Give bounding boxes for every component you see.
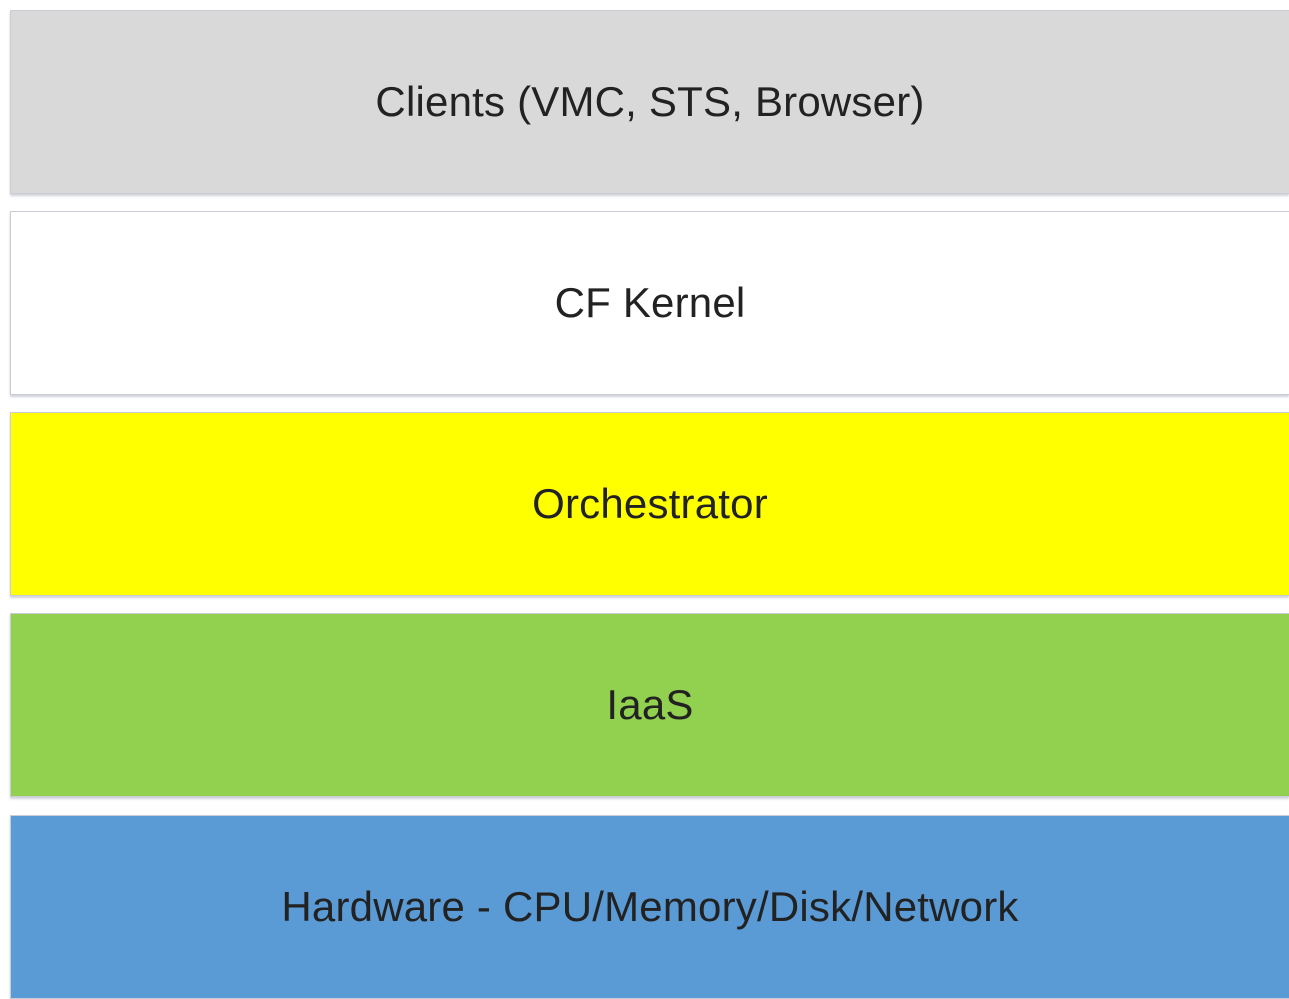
layer-iaas: IaaS <box>10 613 1289 797</box>
layer-hardware: Hardware - CPU/Memory/Disk/Network <box>10 815 1289 999</box>
layer-iaas-label: IaaS <box>606 681 694 728</box>
layer-hardware-label: Hardware - CPU/Memory/Disk/Network <box>281 883 1019 930</box>
layer-cf-kernel: CF Kernel <box>10 211 1289 395</box>
layer-stack-diagram: Clients (VMC, STS, Browser) CF Kernel Or… <box>0 0 1289 999</box>
layer-orchestrator: Orchestrator <box>10 412 1289 596</box>
layer-clients-label: Clients (VMC, STS, Browser) <box>375 78 925 125</box>
layer-clients: Clients (VMC, STS, Browser) <box>10 10 1289 194</box>
layer-orchestrator-label: Orchestrator <box>532 480 768 527</box>
layer-cf-kernel-label: CF Kernel <box>554 279 746 326</box>
